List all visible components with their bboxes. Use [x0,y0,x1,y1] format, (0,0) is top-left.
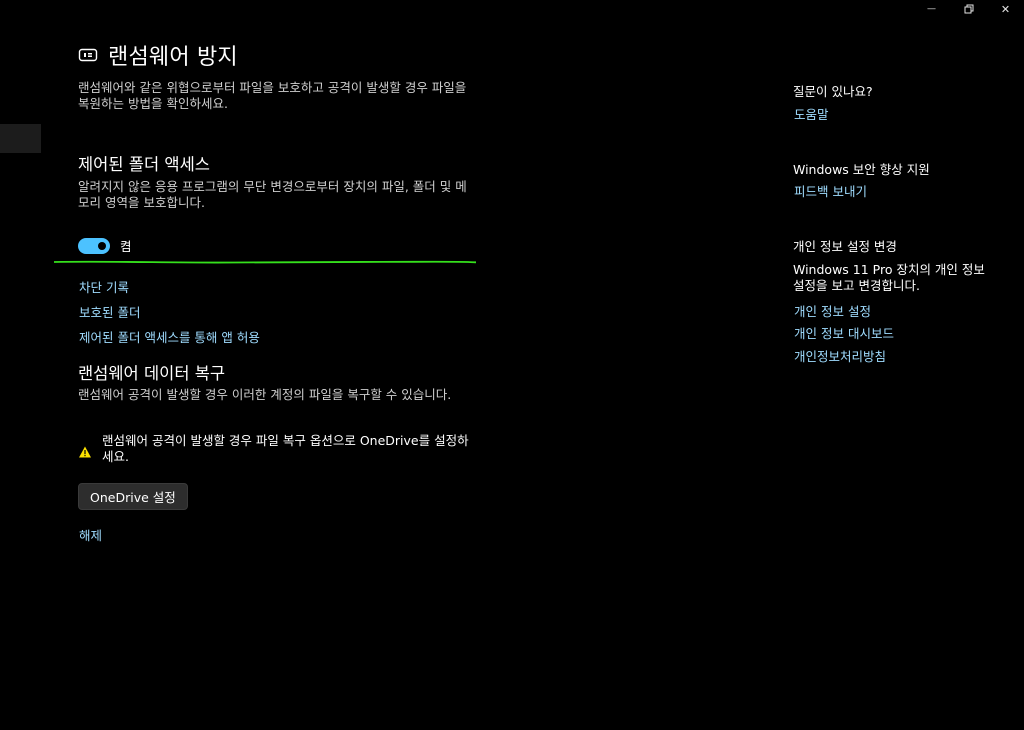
windows-security-ransomware-page: — ✕ 랜섬웨어 방지 랜섬웨어와 같은 위협으로부터 파일을 보호하고 공격이… [0,0,1024,730]
toggle-knob [98,241,106,250]
main-content: 랜섬웨어 방지 랜섬웨어와 같은 위협으로부터 파일을 보호하고 공격이 발생할… [54,40,478,543]
onedrive-warning: 랜섬웨어 공격이 발생할 경우 파일 복구 옵션으로 OneDrive를 설정하… [78,433,478,465]
restore-button[interactable] [950,0,987,18]
cfa-toggle-switch[interactable] [78,237,110,254]
cfa-toggle-label: 켬 [120,239,132,254]
minimize-icon: — [927,4,936,14]
help-heading: 질문이 있나요? [793,84,873,99]
warning-icon [79,446,91,458]
privacy-heading: 개인 정보 설정 변경 [793,239,897,254]
privacy-description: Windows 11 Pro 장치의 개인 정보 설정을 보고 변경합니다. [793,262,985,293]
page-heading: 랜섬웨어 방지 [108,45,238,70]
nav-selected-indicator[interactable] [0,124,41,153]
green-annotation-line [54,260,476,264]
recovery-section-title: 랜섬웨어 데이터 복구 [78,364,226,383]
close-icon: ✕ [1000,2,1011,16]
cfa-toggle-row: 켬 [78,236,132,255]
window-controls: — ✕ [913,0,1024,18]
privacy-settings-link[interactable]: 개인 정보 설정 [794,301,871,320]
improve-heading: Windows 보안 향상 지원 [793,162,930,177]
feedback-link[interactable]: 피드백 보내기 [794,181,867,200]
recovery-description: 랜섬웨어 공격이 발생할 경우 이러한 계정의 파일을 복구할 수 있습니다. [78,387,452,402]
onedrive-setup-button[interactable]: OneDrive 설정 [78,483,188,510]
warning-text: 랜섬웨어 공격이 발생할 경우 파일 복구 옵션으로 OneDrive를 설정하… [102,433,469,464]
block-history-link[interactable]: 차단 기록 [79,277,129,296]
minimize-button[interactable]: — [913,0,950,18]
close-button[interactable]: ✕ [987,0,1024,18]
cfa-section-title: 제어된 폴더 액세스 [78,155,210,174]
page-title: 랜섬웨어 방지 [78,40,478,70]
help-link[interactable]: 도움말 [794,104,829,123]
protected-folders-link[interactable]: 보호된 폴더 [79,302,140,321]
ransomware-shield-icon [78,48,98,62]
privacy-statement-link[interactable]: 개인정보처리방침 [794,346,886,365]
page-description: 랜섬웨어와 같은 위협으로부터 파일을 보호하고 공격이 발생할 경우 파일을 … [78,80,467,111]
allow-app-link[interactable]: 제어된 폴더 액세스를 통해 앱 허용 [79,327,260,346]
cfa-description: 알려지지 않은 응용 프로그램의 무단 변경으로부터 장치의 파일, 폴더 및 … [78,179,467,210]
restore-icon [964,4,973,14]
privacy-dashboard-link[interactable]: 개인 정보 대시보드 [794,323,894,342]
dismiss-link[interactable]: 해제 [79,525,102,544]
